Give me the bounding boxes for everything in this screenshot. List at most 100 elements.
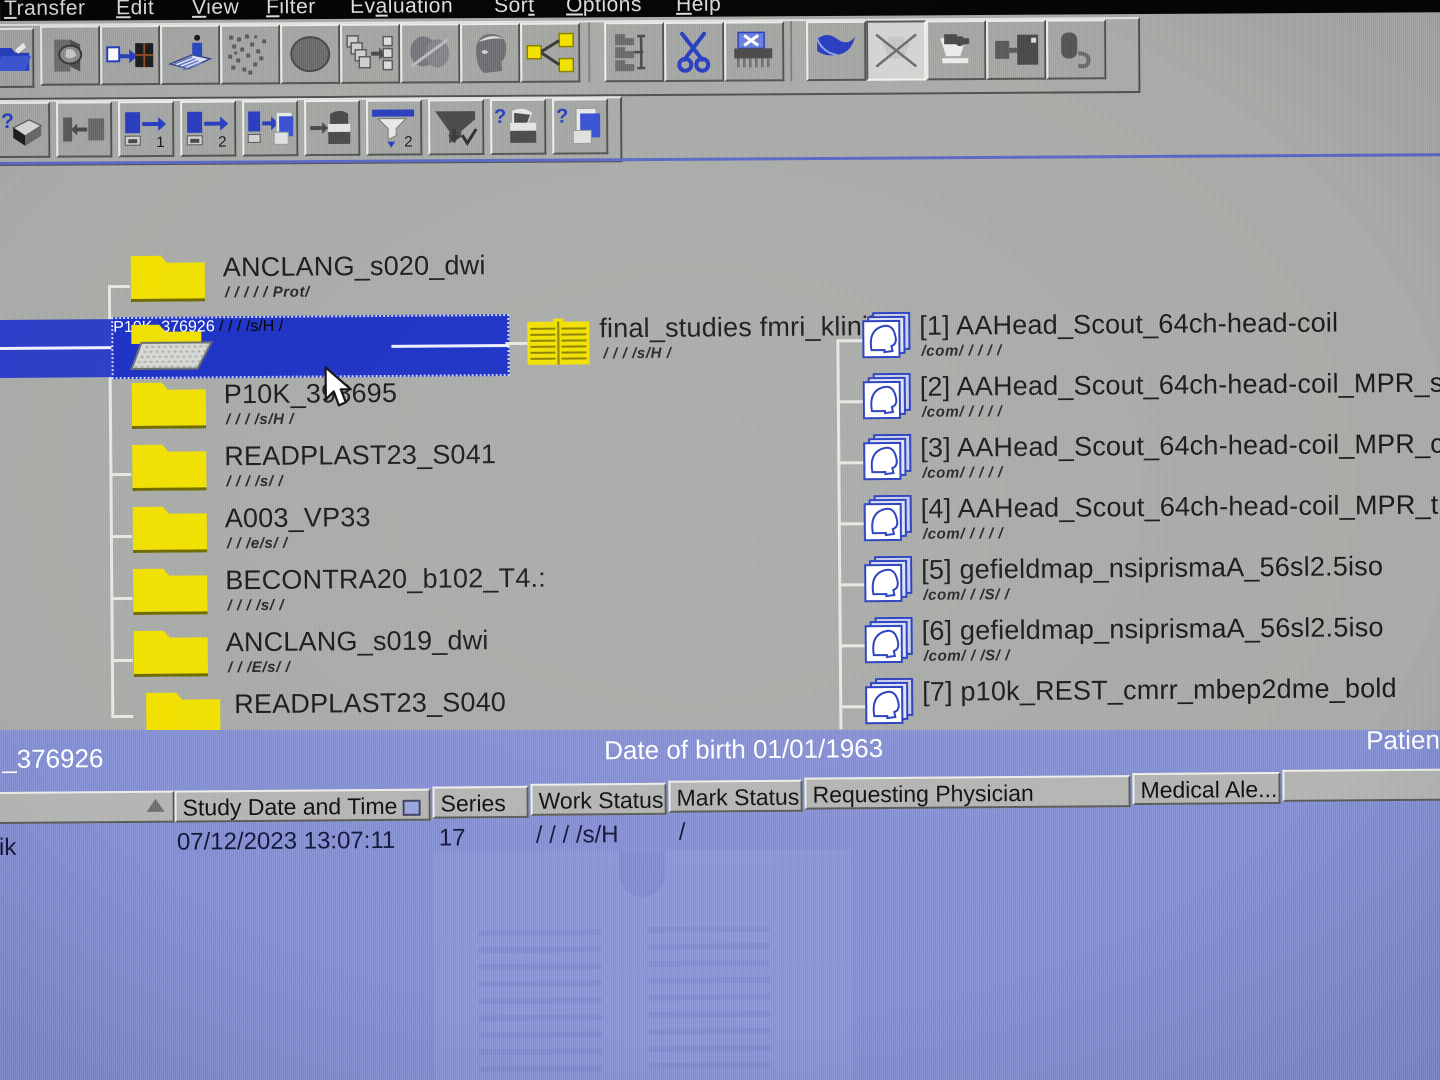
menu-item-transfer[interactable]: TTransferransfer [4,0,86,21]
series-status: /com/ / / / / [921,342,1002,360]
toolbar-button-filter-2[interactable]: 2 [366,99,423,156]
transfer-node-icon [992,29,1040,71]
svg-text:?: ? [1,110,14,133]
toolbar-button-blue-folder-open[interactable] [0,27,35,89]
series-head-icon [862,433,914,491]
column-header-name[interactable] [0,790,175,825]
toolbar-button-query-printer[interactable]: ? [490,98,547,156]
toolbar-button-stack-align[interactable] [604,21,665,83]
menu-item-filter[interactable]: Filter [266,0,316,19]
series-head-icon [864,677,916,730]
column-header-study-date-time[interactable]: Study Date and Time [174,788,431,823]
toolbar-button-copy-series[interactable] [340,23,401,84]
cell-study-date-time: 07/12/2023 13:07:11 [176,826,396,856]
series-status: /com/ / / / / [922,525,1004,543]
tree-connector-series [837,522,864,526]
folder-icon [129,249,207,307]
tree-item-patient-selected[interactable]: P10K_376926 / / / /s/H / [111,314,510,380]
toolbar-button-import[interactable] [56,101,113,158]
toolbar-button-raw-data[interactable] [220,24,281,85]
toolbar-button-query[interactable]: ? [0,101,51,159]
restore-folder-icon [932,28,980,72]
head-3d-icon [466,30,514,76]
toolbar-button-transfer-node[interactable] [986,19,1047,80]
series-label: [4] AAHead_Scout_64ch-head-coil_MPR_tra [920,489,1440,524]
series-head-icon [863,555,915,613]
toolbar-button-unmark-all[interactable] [866,20,927,81]
toolbar-button-send-to-archive[interactable] [40,25,101,86]
study-status: / / / /s/H / [603,344,672,363]
series-label: [1] AAHead_Scout_64ch-head-coil [919,307,1339,341]
series-label: [3] AAHead_Scout_64ch-head-coil_MPR_cor [920,428,1440,463]
column-header-requesting-physician[interactable]: Requesting Physician [804,775,1131,810]
mouse-cursor [324,365,358,416]
toolbar-button-load-2[interactable]: 2 [180,100,237,157]
toolbar-button-3d-view[interactable] [460,22,521,84]
query-help-icon: ? [0,108,45,152]
menu-item-sort[interactable]: Sort [494,0,535,18]
empty-list-watermark-icon [432,849,853,1080]
patient-name: BECONTRA20_b102_T4.: [225,562,547,596]
cell-work-status: / / / /s/H [535,821,619,849]
column-header-extra[interactable] [1282,768,1440,802]
toolbar-button-patient-registration[interactable] [160,24,221,86]
menu-item-options[interactable]: Options [566,0,642,18]
folder-icon [144,686,222,730]
toolbar-button-query-stack[interactable]: ? [552,98,609,155]
menu-item-help[interactable]: Help [676,0,721,17]
svg-text:?: ? [494,106,506,128]
toolbar-button-mark[interactable] [806,20,867,82]
patient-name: ANCLANG_s020_dwi [222,250,486,283]
patient-registration-icon [166,32,214,78]
toolbar-button-send-to-printer[interactable] [304,99,361,157]
patient-name: READPLAST23_S041 [224,439,497,472]
load-stack-icon [246,106,294,150]
menu-item-edit[interactable]: Edit [116,0,154,20]
patient-status: / / / /s/ / [227,596,285,615]
toolbar-button-load-1[interactable]: 1 [118,100,175,158]
toolbar-button-restore[interactable] [926,19,987,81]
toolbar-button-shredder[interactable] [724,21,785,82]
cell-name: ik [0,833,17,862]
svg-text:2: 2 [218,134,226,151]
column-header-mark-status[interactable]: Mark Status [668,779,803,813]
load-step-2-icon: 2 [184,107,232,151]
patient-status: / / /e/s/ / [226,534,288,553]
series-head-icon [862,372,914,430]
menu-bar: TTransferransfer Edit View Filter Evalua… [0,0,1440,21]
menu-item-view[interactable]: View [192,0,239,20]
toolbar-button-anatomy[interactable] [400,23,461,84]
query-printer-icon: ? [494,105,542,149]
noise-image-icon [226,32,274,76]
toolbar-button-load-stack[interactable] [242,100,299,157]
column-header-medical-alert[interactable]: Medical Ale... [1132,771,1281,806]
toolbar-button-export-to-disk[interactable] [100,25,161,86]
import-icon [61,109,107,149]
tree-panel: ANCLANG_s020_dwi / / / / / Prot/ P10K_37… [0,168,1440,730]
series-status: /com/ / / / / [921,403,1003,421]
toolbar-button-filter-apply[interactable] [428,99,485,156]
toolbar-button-refresh[interactable] [1046,19,1107,80]
series-status: /com/ / /S/ / [923,647,1011,665]
series-status: /com/ / /S/ / [923,586,1010,604]
toolbar-separator [588,22,591,83]
toolbar-button-distribute[interactable] [520,22,581,83]
tree-connector-series [837,461,864,465]
toolbar-button-local-database[interactable] [280,23,341,85]
column-header-series[interactable]: Series [432,785,529,819]
tree-connector-series [836,400,863,404]
cell-series: 17 [438,824,466,852]
toolbar-button-cut[interactable] [664,21,725,82]
distribute-icon [525,30,575,74]
series-label: [6] gefieldmap_nsiprismaA_56sl2.5iso [921,612,1384,646]
blue-flag-icon [812,29,860,73]
svg-text:?: ? [556,106,568,128]
tree-connector [110,658,133,663]
menu-item-evaluation[interactable]: Evaluation [350,0,453,19]
folder-icon [130,376,208,434]
column-filter-box-icon[interactable] [402,799,421,816]
svg-text:1: 1 [156,134,164,151]
copy-series-icon [345,32,395,76]
export-to-disk-icon [105,35,155,75]
column-header-work-status[interactable]: Work Status [530,782,667,816]
